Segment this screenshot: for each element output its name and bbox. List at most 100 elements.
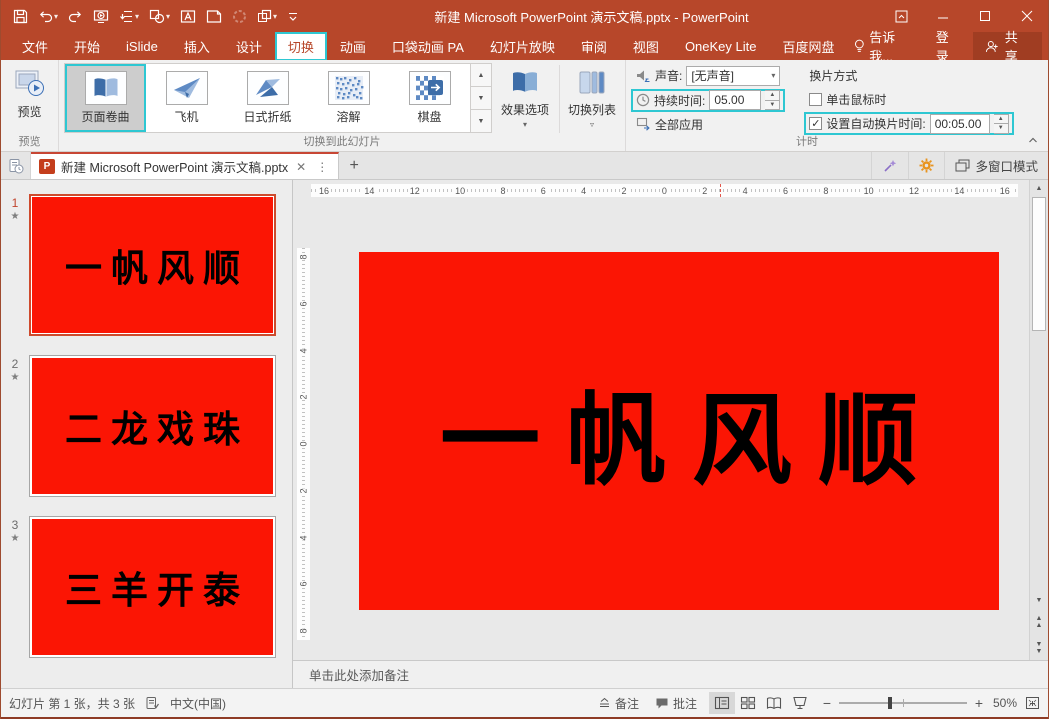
collapse-ribbon-icon[interactable] [1028,136,1038,147]
undo-icon[interactable]: ▾ [34,7,62,26]
notes-toggle-button[interactable]: 备注 [594,692,643,715]
transition-origami[interactable]: 日式折纸 [227,64,308,132]
on-mouse-click-checkbox[interactable] [809,93,822,106]
chevron-down-icon: ▿ [590,122,594,127]
slide-canvas[interactable]: 一帆风顺 [359,252,999,610]
ribbon-tab-baidu-pan[interactable]: 百度网盘 [769,33,847,60]
page-curl-icon [85,71,127,105]
on-mouse-click-option[interactable]: 单击鼠标时 [809,89,1013,111]
magic-wand-button[interactable] [871,152,908,179]
previous-slide-icon[interactable]: ▲▲ [1030,614,1048,630]
clock-icon [636,93,650,107]
duration-input[interactable]: 05.00 [709,90,761,110]
document-tab[interactable]: P 新建 Microsoft PowerPoint 演示文稿.pptx ✕ ⋮ [31,152,339,179]
spell-check-icon[interactable] [145,696,160,710]
spin-up-icon: ▲ [765,91,779,101]
ruler-number: 6 [539,186,548,196]
effect-options-button[interactable]: 效果选项 ▾ [492,63,558,135]
preview-button[interactable]: 预览 [4,63,56,135]
slide-thumbnail-3[interactable]: 3 ★ 三羊开泰 [1,516,292,658]
sound-select[interactable]: [无声音] ▾ [686,66,780,86]
transition-page-curl[interactable]: 页面卷曲 [65,64,146,132]
ribbon: 预览 预览 页面卷曲飞机日式折纸溶解棋盘 ▲ ▼ ▼ 效果选项 ▾ [1,60,1048,152]
customize-quick-access-icon[interactable] [283,8,303,25]
vertical-scrollbar[interactable]: ▲ ▼ ▲▲ ▼▼ [1029,180,1048,660]
shapes-icon[interactable]: ▾ [145,7,174,26]
duration-spinner[interactable]: ▲▼ [765,90,780,110]
zoom-slider[interactable] [839,702,967,704]
ribbon-tab-home[interactable]: 开始 [61,33,113,60]
scroll-down-icon[interactable]: ▼ [1030,592,1048,608]
transition-list-button[interactable]: 切换列表 ▿ [561,63,623,135]
paragraph-settings-icon[interactable]: ▾ [115,7,143,26]
ribbon-tab-onekey-lite[interactable]: OneKey Lite [672,35,770,58]
reading-view-button[interactable] [761,692,787,714]
zoom-level[interactable]: 50% [993,696,1017,710]
auto-advance-option[interactable]: ✓ 设置自动换片时间: 00:05.00 ▲▼ [804,112,1013,135]
ruler-number: 0 [298,441,308,446]
auto-advance-spinner[interactable]: ▲▼ [994,114,1009,134]
transition-airplane[interactable]: 飞机 [146,64,227,132]
slideshow-from-beginning-icon[interactable] [89,7,113,26]
record-icon[interactable] [228,7,251,26]
gallery-more-icon[interactable]: ▼ [471,110,491,132]
ribbon-tab-pocket-animation[interactable]: 口袋动画 PA [379,33,477,60]
timing-group-label: 计时 [626,133,988,149]
fit-to-window-icon[interactable] [1025,696,1040,710]
ribbon-tab-file[interactable]: 文件 [9,33,61,60]
tab-more-icon[interactable]: ⋮ [314,160,330,174]
slide-master-icon[interactable] [202,7,226,26]
text-box-icon[interactable] [176,7,200,26]
ribbon-tab-review[interactable]: 审阅 [568,33,620,60]
session-manager-icon[interactable] [1,152,31,179]
redo-icon[interactable] [64,7,87,26]
ruler-number: 8 [298,628,308,633]
auto-advance-input[interactable]: 00:05.00 [930,114,990,134]
transition-star-icon[interactable]: ★ [11,533,20,544]
tab-close-icon[interactable]: ✕ [294,160,308,174]
ruler-number: 10 [453,186,467,196]
multi-window-mode-button[interactable]: 多窗口模式 [944,152,1048,179]
slide-show-view-button[interactable] [787,692,813,714]
zoom-slider-thumb[interactable] [888,697,892,709]
zoom-out-icon[interactable]: − [821,695,833,711]
ruler-number: 16 [998,186,1012,196]
ribbon-tab-islide[interactable]: iSlide [113,35,171,58]
transition-star-icon[interactable]: ★ [11,372,20,383]
ruler-number: 12 [907,186,921,196]
transition-star-icon[interactable]: ★ [11,211,20,222]
ribbon-tab-view[interactable]: 视图 [620,33,672,60]
language-indicator[interactable]: 中文(中国) [170,695,226,712]
arrange-icon[interactable]: ▾ [253,7,281,26]
apply-to-all-button[interactable]: 全部应用 [636,114,785,136]
next-slide-icon[interactable]: ▼▼ [1030,640,1048,656]
transition-dissolve[interactable]: 溶解 [308,64,389,132]
slide-thumbnail-1[interactable]: 1 ★ 一帆风顺 [1,194,292,336]
auto-advance-checkbox[interactable]: ✓ [809,117,822,130]
ribbon-tab-insert[interactable]: 插入 [171,33,223,60]
scrollbar-thumb[interactable] [1032,197,1046,331]
slide-number: 2 [12,357,19,371]
save-icon[interactable] [9,7,32,26]
new-tab-button[interactable]: + [339,152,369,179]
normal-view-button[interactable] [709,692,735,714]
ribbon-tab-animations[interactable]: 动画 [327,33,379,60]
comments-toggle-button[interactable]: 批注 [651,692,701,715]
ribbon-tab-slide-show[interactable]: 幻灯片放映 [477,33,568,60]
gallery-scroll-up-icon[interactable]: ▲ [471,64,491,87]
zoom-in-icon[interactable]: + [973,695,985,711]
settings-gear-button[interactable] [908,152,944,179]
slide-thumbnail-2[interactable]: 2 ★ 二龙戏珠 [1,355,292,497]
notes-pane[interactable]: 单击此处添加备注 [293,660,1048,688]
ribbon-tab-design[interactable]: 设计 [223,33,275,60]
transition-checkerboard[interactable]: 棋盘 [389,64,470,132]
ribbon-tab-transitions[interactable]: 切换 [275,32,327,61]
ruler-number: 2 [298,395,308,400]
slide-editor: 1614121086420246810121416 864202468 一帆风顺… [293,180,1048,660]
slide-sorter-button[interactable] [735,692,761,714]
scroll-up-icon[interactable]: ▲ [1030,180,1048,196]
share-button[interactable]: 共享 [973,32,1042,60]
gallery-scroll-down-icon[interactable]: ▼ [471,87,491,110]
sound-label: 声音: [655,67,682,84]
gallery-scroll: ▲ ▼ ▼ [470,64,491,132]
